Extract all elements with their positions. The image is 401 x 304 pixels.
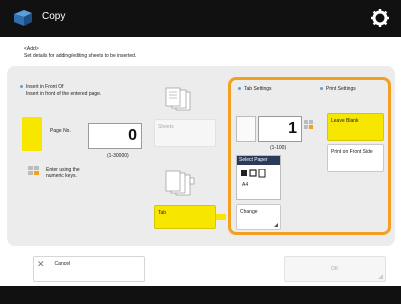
tab-button[interactable]: Tab	[154, 205, 216, 229]
ok-button[interactable]: OK	[284, 256, 386, 282]
select-paper-panel[interactable]: Select Paper A4	[236, 155, 281, 200]
bullet-icon	[238, 87, 241, 91]
select-paper-header: Select Paper	[237, 156, 280, 165]
tab-number-value: 1	[288, 120, 297, 137]
leave-blank-button[interactable]: Leave Blank	[327, 113, 384, 141]
page-title: Copy	[42, 11, 66, 22]
bottom-bar	[0, 286, 401, 304]
page-no-label: Page No.	[50, 128, 71, 134]
bullet-icon	[20, 85, 23, 89]
change-button[interactable]: Change	[236, 204, 281, 230]
tab-number-input[interactable]: 1	[258, 116, 302, 142]
numeric-keys-icon	[304, 120, 313, 129]
page-no-value: 0	[128, 127, 137, 144]
page-no-indicator	[22, 117, 42, 151]
page-no-input[interactable]: 0	[88, 123, 142, 149]
instructions-text: Set details for adding/editing sheets to…	[24, 53, 137, 59]
bullet-icon	[320, 87, 323, 91]
instructions-heading: <Add>	[24, 46, 39, 52]
copy-app-icon	[14, 10, 32, 26]
sheets-paper-icon	[165, 87, 191, 111]
title-bar: Copy	[0, 0, 401, 37]
insert-in-front-desc: Insert in front of the entered page.	[26, 91, 102, 97]
tab-settings-label: Tab Settings	[238, 86, 272, 92]
numeric-keys-hint: Enter using the numeric keys.	[46, 167, 80, 179]
insert-in-front-label: Insert in Front Of	[20, 84, 64, 90]
paper-type-icons	[241, 169, 266, 178]
tab-selection-connector	[216, 214, 226, 220]
numeric-keys-icon	[28, 166, 39, 175]
tab-paper-icon	[165, 170, 195, 196]
corner-arrow-icon	[274, 223, 278, 227]
print-on-front-side-button[interactable]: Print on Front Side	[327, 144, 384, 172]
gear-icon[interactable]	[370, 8, 390, 28]
tab-indicator	[236, 116, 256, 142]
sheets-button[interactable]: Sheets	[154, 119, 216, 147]
print-settings-label: Print Settings	[320, 86, 356, 92]
instructions: <Add> Set details for adding/editing she…	[24, 46, 136, 60]
paper-size: A4	[242, 182, 249, 188]
page-no-range: (1-30000)	[107, 153, 129, 159]
close-icon: ✕	[37, 259, 45, 269]
corner-arrow-icon	[378, 274, 383, 279]
tab-number-range: (1-100)	[270, 145, 287, 151]
cancel-button[interactable]: ✕ Cancel	[33, 256, 145, 282]
